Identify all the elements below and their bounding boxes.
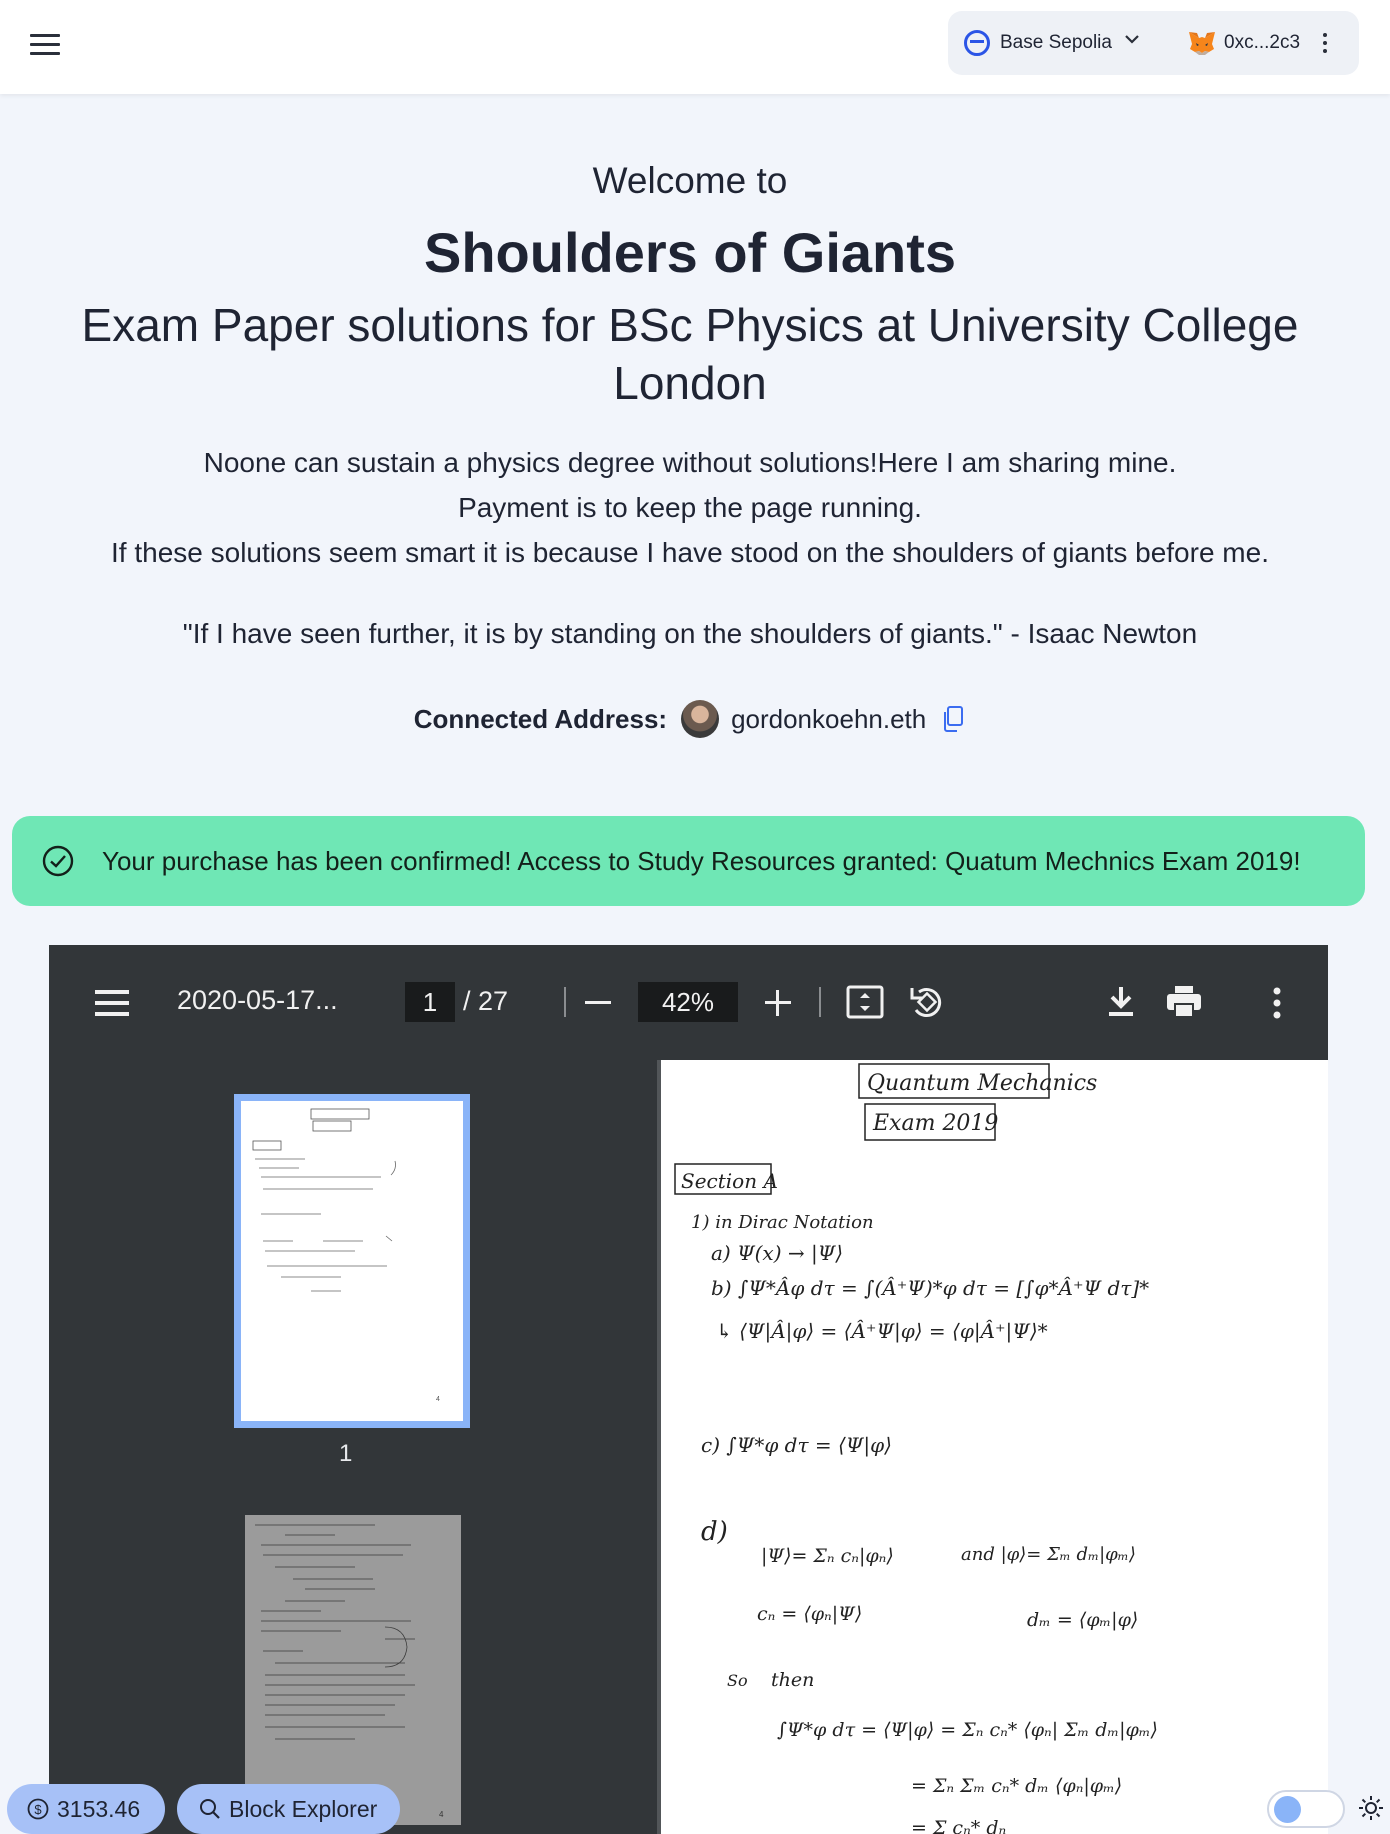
handwriting-thumbnail: 4	[252, 1108, 440, 1403]
balance-value: 3153.46	[57, 1795, 141, 1822]
account-address-label: 0xc...2c3	[1224, 32, 1301, 53]
network-label: Base Sepolia	[1000, 32, 1112, 53]
pdf-viewer: 2020-05-17... 1 / 27 42% 4 1 4 Quantum M…	[49, 945, 1328, 1834]
check-circle-icon	[42, 845, 74, 877]
svg-text:d): d)	[701, 1517, 728, 1547]
section-label: Section A	[681, 1169, 778, 1193]
svg-text:then: then	[771, 1669, 814, 1691]
zoom-level-input[interactable]: 42%	[638, 982, 738, 1022]
svg-text:∫Ψ*φ dτ = ⟨Ψ|φ⟩ = Σₙ cₙ* ⟨φₙ|: ∫Ψ*φ dτ = ⟨Ψ|φ⟩ = Σₙ cₙ* ⟨φₙ| Σₘ dₘ|φₘ⟩	[777, 1719, 1158, 1741]
theme-toggle[interactable]	[1267, 1790, 1345, 1828]
svg-text:dₘ = ⟨φₘ|φ⟩: dₘ = ⟨φₘ|φ⟩	[1027, 1609, 1138, 1631]
copy-icon[interactable]	[940, 705, 966, 733]
svg-text:4: 4	[439, 1810, 444, 1819]
svg-text:cₙ = ⟨φₙ|Ψ⟩: cₙ = ⟨φₙ|Ψ⟩	[757, 1603, 862, 1625]
zoom-out-icon[interactable]	[585, 1001, 611, 1004]
more-icon[interactable]	[1272, 987, 1282, 1019]
connected-address-label: Connected Address:	[413, 703, 668, 734]
pdf-page: Quantum Mechanics Exam 2019 Section A 1)…	[661, 1060, 1328, 1834]
metamask-fox-icon	[1189, 32, 1215, 55]
page-thumbnail[interactable]: 4	[245, 1515, 461, 1825]
balance-button[interactable]: $ 3153.46	[7, 1784, 165, 1834]
search-icon	[200, 1799, 220, 1819]
alert-message: Your purchase has been confirmed! Access…	[102, 846, 1301, 876]
menu-icon[interactable]	[30, 34, 60, 56]
page-thumbnail-selected[interactable]: 4	[234, 1094, 470, 1428]
download-icon[interactable]	[1106, 985, 1136, 1019]
svg-text:= Σ cₙ* dₙ: = Σ cₙ* dₙ	[911, 1817, 1006, 1834]
thumbnail-page: 4	[241, 1101, 463, 1421]
handwritten-solutions: Quantum Mechanics Exam 2019 Section A 1)…	[674, 1063, 1158, 1834]
svg-text:↳ ⟨Ψ|Â|φ⟩ = ⟨Â⁺Ψ|φ⟩ = ⟨φ|Â⁺|Ψ: ↳ ⟨Ψ|Â|φ⟩ = ⟨Â⁺Ψ|φ⟩ = ⟨φ|Â⁺|Ψ⟩*	[716, 1319, 1048, 1344]
toolbar-divider	[819, 987, 821, 1017]
thumbnail-page-number: 1	[339, 1440, 353, 1467]
fit-page-icon[interactable]	[846, 985, 884, 1019]
svg-text:1) in Dirac Notation: 1) in Dirac Notation	[691, 1212, 874, 1233]
description: Noone can sustain a physics degree witho…	[0, 440, 1380, 575]
purchase-confirmed-alert: Your purchase has been confirmed! Access…	[12, 816, 1365, 906]
svg-text:and |φ⟩= Σₘ dₘ|φₘ⟩: and |φ⟩= Σₘ dₘ|φₘ⟩	[961, 1544, 1136, 1565]
svg-text:$: $	[34, 1802, 42, 1817]
description-line-1: Noone can sustain a physics degree witho…	[203, 447, 1177, 478]
svg-text:a) Ψ(x) → |Ψ⟩: a) Ψ(x) → |Ψ⟩	[711, 1241, 843, 1266]
pdf-toolbar: 2020-05-17... 1 / 27 42%	[49, 945, 1328, 1060]
page-heading: Quantum Mechanics	[867, 1071, 1097, 1096]
handwriting-thumbnail: 4	[255, 1524, 444, 1819]
block-explorer-label: Block Explorer	[229, 1795, 378, 1822]
chevron-down-icon	[1124, 33, 1139, 45]
toolbar-divider	[564, 987, 566, 1017]
svg-text:b) ∫Ψ*Âφ dτ = ∫(Â⁺Ψ)*φ dτ = [: b) ∫Ψ*Âφ dτ = ∫(Â⁺Ψ)*φ dτ = [∫φ*Â⁺Ψ dτ]*	[711, 1276, 1149, 1300]
svg-text:4: 4	[436, 1396, 440, 1403]
more-options-icon[interactable]	[1322, 32, 1328, 54]
newton-quote: "If I have seen further, it is by standi…	[182, 618, 1198, 649]
pdf-filename: 2020-05-17...	[177, 985, 338, 1015]
print-icon[interactable]	[1165, 985, 1203, 1019]
network-selector-button[interactable]: Base Sepolia	[964, 25, 1139, 61]
connected-address-row: Connected Address: gordonkoehn.eth	[0, 700, 1380, 738]
sun-icon	[1359, 1796, 1383, 1820]
site-title: Shoulders of Giants	[423, 221, 957, 284]
thumbnail-sidebar: 4 1 4	[49, 1060, 657, 1834]
svg-text:So: So	[727, 1671, 748, 1690]
base-network-icon	[964, 30, 990, 56]
top-navbar: Base Sepolia 0xc...2c3	[0, 0, 1390, 94]
page-number-input[interactable]: 1	[405, 982, 455, 1022]
svg-text:c) ∫Ψ*φ dτ = ⟨Ψ|φ⟩: c) ∫Ψ*φ dτ = ⟨Ψ|φ⟩	[701, 1433, 892, 1458]
site-subtitle: Exam Paper solutions for BSc Physics at …	[81, 299, 1299, 409]
block-explorer-button[interactable]: Block Explorer	[177, 1784, 400, 1834]
dollar-icon: $	[27, 1798, 49, 1820]
description-line-2: Payment is to keep the page running.	[458, 492, 922, 523]
wallet-controls: Base Sepolia 0xc...2c3	[948, 11, 1359, 75]
account-button[interactable]: 0xc...2c3	[1188, 25, 1328, 61]
rotate-icon[interactable]	[908, 983, 946, 1021]
connected-address-value: gordonkoehn.eth	[731, 703, 927, 734]
svg-text:|Ψ⟩= Σₙ cₙ|φₙ⟩: |Ψ⟩= Σₙ cₙ|φₙ⟩	[761, 1545, 894, 1567]
page-total: / 27	[463, 986, 509, 1016]
description-line-3: If these solutions seem smart it is beca…	[111, 537, 1269, 568]
avatar	[681, 700, 720, 738]
page-subheading: Exam 2019	[872, 1111, 998, 1136]
zoom-in-icon[interactable]	[765, 990, 791, 1016]
welcome-text: Welcome to	[592, 160, 788, 201]
menu-icon[interactable]	[95, 990, 129, 1016]
svg-text:= Σₙ Σₘ cₙ* dₘ ⟨φₙ|φₘ⟩: = Σₙ Σₘ cₙ* dₘ ⟨φₙ|φₘ⟩	[911, 1775, 1122, 1797]
